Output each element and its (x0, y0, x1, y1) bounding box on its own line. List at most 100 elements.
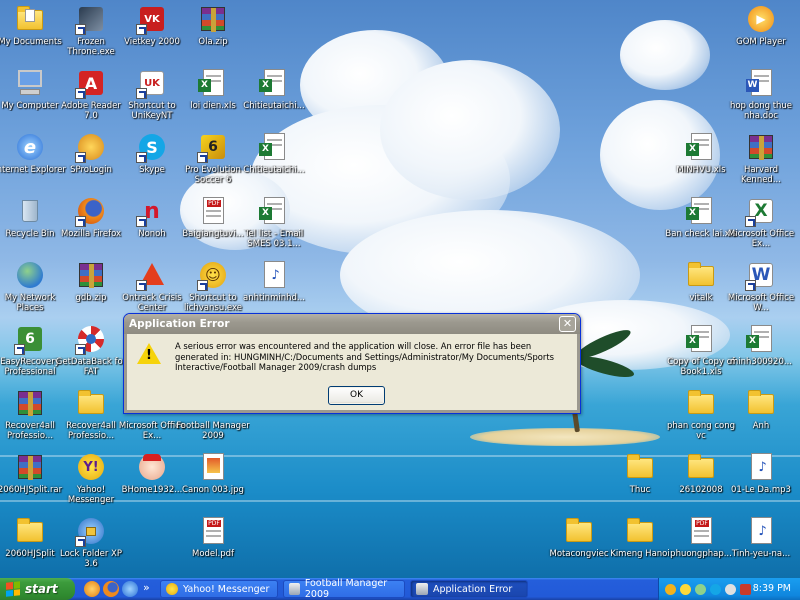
archive-icon (14, 387, 46, 419)
yahoo-icon (166, 583, 178, 595)
folder-icon (685, 387, 717, 419)
smiley-icon: ☺ (197, 259, 229, 291)
start-button[interactable]: start (0, 578, 75, 600)
ie-quicklaunch-icon[interactable] (122, 581, 138, 597)
pdf-file-icon: PDF (197, 515, 229, 547)
clock[interactable]: 8:39 PM (753, 578, 791, 600)
computer-icon (14, 67, 46, 99)
desktop-icon-ms-office-excel-2[interactable]: X Microsoft Office Ex... (724, 195, 798, 255)
folder-icon (685, 259, 717, 291)
desktop-icon-chitieutaichi-2[interactable]: X Chitieutaichi... (237, 131, 311, 191)
archive-icon (745, 131, 777, 163)
folder-icon (14, 515, 46, 547)
window-icon (416, 583, 428, 595)
word-app-icon: W (745, 259, 777, 291)
desktop-icon-gom-player[interactable]: ▶ GOM Player (724, 3, 798, 63)
word-file-icon: W (745, 67, 777, 99)
skype-tray-icon[interactable] (710, 583, 721, 595)
desktop-icon-minh300920[interactable]: X minh300920... (724, 323, 798, 383)
volume-icon[interactable] (725, 583, 736, 595)
task-label: Yahoo! Messenger (183, 583, 270, 595)
desktop-icon-01-le-da[interactable]: ♪ 01-Le Da.mp3 (724, 451, 798, 511)
lock-icon (75, 515, 107, 547)
skype-icon: S (136, 131, 168, 163)
excel-file-icon: X (745, 323, 777, 355)
desktop-icon-lock-folder[interactable]: Lock Folder XP 3.6 (54, 515, 128, 575)
recycle-bin-icon (14, 195, 46, 227)
desktop-icon-anh[interactable]: Anh (724, 387, 798, 447)
dialog-title: Application Error (129, 318, 230, 330)
desktop-icon-tel-list[interactable]: X Tel list - Email SMES 03.1... (237, 195, 311, 255)
folder-icon (624, 451, 656, 483)
yahoo-icon: Y! (75, 451, 107, 483)
archive-icon (14, 451, 46, 483)
audio-file-icon: ♪ (745, 451, 777, 483)
folder-icon (75, 387, 107, 419)
network-tray-icon[interactable] (695, 583, 706, 595)
yahoo-tray-icon[interactable] (680, 583, 691, 595)
quick-launch-chevron[interactable]: » (143, 581, 150, 594)
close-icon[interactable]: ✕ (559, 316, 576, 332)
ok-button[interactable]: OK (328, 386, 385, 405)
cloud (380, 60, 560, 200)
dialog-title-bar[interactable]: Application Error (124, 314, 580, 334)
excel-file-icon: X (685, 323, 717, 355)
unikey-icon: UK (136, 67, 168, 99)
nonoh-icon: n (136, 195, 168, 227)
firefox-icon (75, 195, 107, 227)
desktop-icon-harvard[interactable]: Harvard Kenned... (724, 131, 798, 191)
audio-file-icon: ♪ (745, 515, 777, 547)
desktop-icon-hop-dong[interactable]: W hop dong thue nha.doc (724, 67, 798, 127)
excel-file-icon: X (258, 195, 290, 227)
excel-file-icon: X (197, 67, 229, 99)
windows-logo-icon (6, 581, 20, 597)
pdf-file-icon: PDF (685, 515, 717, 547)
task-label: Application Error (433, 583, 513, 595)
archive-icon (197, 3, 229, 35)
desktop-icon-canon-jpg[interactable]: Canon 003.jpg (176, 451, 250, 511)
network-icon (14, 259, 46, 291)
desktop-icon-chitieutaichi-1[interactable]: X Chitieutaichi... (237, 67, 311, 127)
vietkey-icon: VK (136, 3, 168, 35)
task-application-error[interactable]: Application Error (410, 580, 528, 598)
excel-file-icon: X (685, 195, 717, 227)
folder-icon (685, 451, 717, 483)
ie-icon: e (14, 131, 46, 163)
gom-icon: ▶ (745, 3, 777, 35)
folder-icon (14, 3, 46, 35)
excel-file-icon: X (258, 131, 290, 163)
game-icon (75, 3, 107, 35)
firefox-quicklaunch-icon[interactable] (103, 581, 119, 597)
quick-launch-icon[interactable] (84, 581, 100, 597)
taskbar: start » Yahoo! Messenger Football Manage… (0, 578, 800, 600)
shield-icon[interactable] (665, 583, 676, 595)
warning-icon-mark: ! (146, 348, 152, 363)
desktop-icon-getdataback[interactable]: GetDataBack for FAT (54, 323, 128, 383)
sprologin-icon (75, 131, 107, 163)
start-label: start (25, 582, 58, 596)
error-message: A serious error was encountered and the … (175, 341, 554, 372)
desktop-icon-model-pdf[interactable]: PDF Model.pdf (176, 515, 250, 575)
game-icon: 6 (197, 131, 229, 163)
task-label: Football Manager 2009 (304, 578, 388, 600)
bhome-icon (136, 451, 168, 483)
desktop-icon-tinh-yeu[interactable]: ♪ Tinh-yeu-na... (724, 515, 798, 575)
excel-file-icon: X (685, 131, 717, 163)
language-icon[interactable] (740, 583, 751, 595)
task-yahoo-messenger[interactable]: Yahoo! Messenger (160, 580, 278, 598)
excel-app-icon: X (745, 195, 777, 227)
excel-file-icon: X (258, 67, 290, 99)
desktop: My Documents My Computer e Internet Expl… (0, 0, 800, 578)
cloud (620, 20, 710, 90)
task-football-manager[interactable]: Football Manager 2009 (283, 578, 405, 600)
desktop-icon-ola-zip[interactable]: Ola.zip (176, 3, 250, 63)
desktop-icon-ms-office-word[interactable]: W Microsoft Office W... (724, 259, 798, 319)
folder-icon (563, 515, 595, 547)
dialog-body: ! A serious error was encountered and th… (124, 334, 580, 413)
pdf-file-icon: PDF (197, 195, 229, 227)
audio-file-icon: ♪ (258, 259, 290, 291)
application-error-dialog: Application Error ✕ ! A serious error wa… (123, 313, 581, 414)
island (470, 428, 660, 446)
image-file-icon (197, 451, 229, 483)
desktop-icon-anhtinminhd[interactable]: ♪ anhtinminhd... (237, 259, 311, 319)
